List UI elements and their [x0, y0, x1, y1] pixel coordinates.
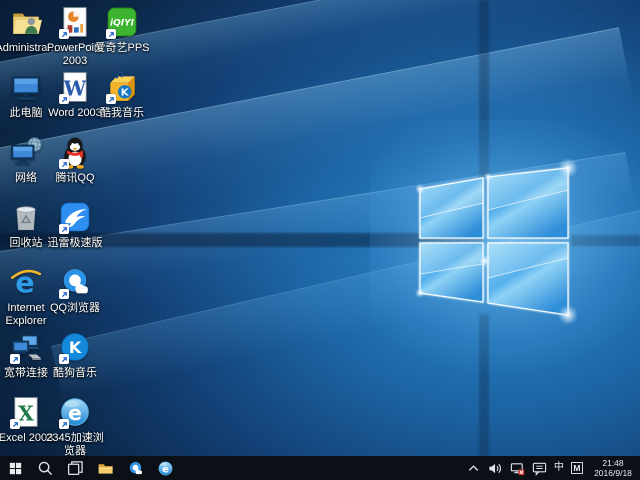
desktop-icon-label: 迅雷极速版	[44, 237, 106, 250]
taskbar-button-search[interactable]	[30, 456, 60, 480]
shortcut-arrow-icon	[59, 159, 69, 169]
excel-2003-icon: X	[9, 395, 43, 429]
taskbar-button-start[interactable]	[0, 456, 30, 480]
ime-language-indicator[interactable]: 中	[554, 462, 564, 474]
shortcut-arrow-icon	[59, 419, 69, 429]
qq-browser-icon	[58, 265, 92, 299]
svg-text:X: X	[18, 402, 34, 426]
action-center-icon	[532, 461, 547, 476]
xunlei-icon	[58, 200, 92, 234]
shortcut-arrow-icon	[59, 224, 69, 234]
desktop-icon-label: 爱奇艺PPS	[91, 42, 153, 55]
desktop-icon-kugou-music[interactable]: K 酷狗音乐	[44, 330, 106, 380]
shortcut-arrow-icon	[106, 94, 116, 104]
tray-hidden-icons-button[interactable]	[466, 460, 481, 476]
shortcut-arrow-icon	[59, 94, 69, 104]
speaker-icon	[488, 461, 503, 476]
recycle-bin-icon	[9, 200, 43, 234]
network-icon	[9, 135, 43, 169]
tencent-qq-icon	[58, 135, 92, 169]
shortcut-arrow-icon	[10, 419, 20, 429]
shortcut-arrow-icon	[59, 29, 69, 39]
desktop-icon-2345-browser[interactable]: e 2345加速浏览器	[44, 395, 106, 458]
shortcut-arrow-icon	[106, 29, 116, 39]
desktop-icon-qq-browser[interactable]: QQ浏览器	[44, 265, 106, 315]
desktop-icon-label: 腾讯QQ	[44, 172, 106, 185]
desktop-icon-kuwo-music[interactable]: K 酷我音乐	[91, 70, 153, 120]
shortcut-arrow-icon	[59, 354, 69, 364]
desktop-icon-grid: Administra... PowerPoint 2003 iQIYI 爱奇艺P…	[0, 0, 640, 456]
taskbar-buttons: e	[0, 456, 180, 480]
broadband-connection-icon	[9, 330, 43, 364]
tray-network-status-button[interactable]	[510, 460, 525, 476]
user-folder-icon	[9, 5, 43, 39]
this-pc-icon	[9, 70, 43, 104]
powerpoint-2003-icon	[58, 5, 92, 39]
kuwo-music-icon: K	[105, 70, 139, 104]
taskbar-button-2345-browser[interactable]: e	[150, 456, 180, 480]
kugou-music-icon: K	[58, 330, 92, 364]
svg-text:iQIYI: iQIYI	[110, 19, 135, 29]
clock-time: 21:48	[590, 458, 636, 468]
tray-volume-button[interactable]	[488, 460, 503, 476]
tray-action-center-button[interactable]	[532, 460, 547, 476]
network-disconnected-icon	[510, 461, 525, 476]
ime-badge[interactable]: M	[571, 462, 583, 474]
taskbar-button-qq-browser[interactable]	[120, 456, 150, 480]
desktop: Administra... PowerPoint 2003 iQIYI 爱奇艺P…	[0, 0, 640, 480]
shortcut-arrow-icon	[59, 289, 69, 299]
svg-text:K: K	[121, 88, 130, 99]
taskbar-button-task-view[interactable]	[60, 456, 90, 480]
word-2003-icon: W	[58, 70, 92, 104]
desktop-icon-label: 酷狗音乐	[44, 367, 106, 380]
desktop-icon-label: QQ浏览器	[44, 302, 106, 315]
iqiyi-icon: iQIYI	[105, 5, 139, 39]
shortcut-arrow-icon	[10, 354, 20, 364]
svg-text:K: K	[69, 338, 82, 357]
desktop-icon-iqiyi-pps[interactable]: iQIYI 爱奇艺PPS	[91, 5, 153, 55]
internet-explorer-icon: e	[9, 265, 43, 299]
system-tray: 中 M 21:48 2016/9/18	[466, 456, 640, 480]
taskbar: e 中 M 21:48 2016/9/18	[0, 456, 640, 480]
tray-icons	[466, 460, 547, 476]
desktop-icon-label: 2345加速浏览器	[44, 432, 106, 458]
chevron-up-icon	[466, 461, 481, 476]
taskbar-button-file-explorer[interactable]	[90, 456, 120, 480]
desktop-icon-tencent-qq[interactable]: 腾讯QQ	[44, 135, 106, 185]
desktop-icon-xunlei[interactable]: 迅雷极速版	[44, 200, 106, 250]
e2345-browser-icon: e	[58, 395, 92, 429]
taskbar-clock[interactable]: 21:48 2016/9/18	[590, 458, 636, 478]
clock-date: 2016/9/18	[590, 468, 636, 478]
desktop-icon-label: 酷我音乐	[91, 107, 153, 120]
